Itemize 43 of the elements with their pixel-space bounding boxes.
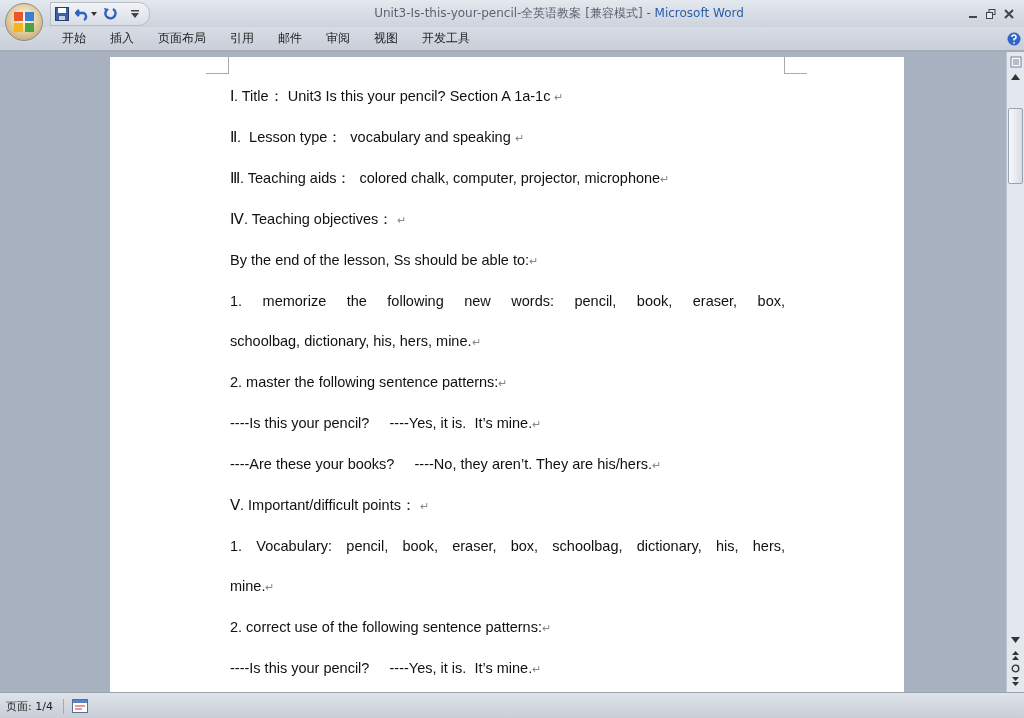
office-button[interactable] <box>5 3 43 41</box>
paragraph: 2. master the following sentence patterns:↵ <box>230 373 509 392</box>
ribbon-tab[interactable]: 引用 <box>218 30 266 47</box>
ribbon-tab[interactable]: 页面布局 <box>146 30 218 47</box>
help-icon[interactable] <box>1007 31 1021 46</box>
ribbon-tab[interactable]: 视图 <box>362 30 410 47</box>
document-status-icon[interactable] <box>71 699 88 713</box>
save-icon[interactable] <box>55 6 69 21</box>
close-icon[interactable] <box>1004 8 1014 19</box>
ribbon-tab[interactable]: 审阅 <box>314 30 362 47</box>
paragraph: Ⅱ. Lesson type： vocabulary and speaking ↵ <box>230 128 525 147</box>
scrollbar-thumb[interactable] <box>1008 108 1023 184</box>
ribbon-tab[interactable]: 邮件 <box>266 30 314 47</box>
window-title: Unit3-Is-this-your-pencil-全英语教案 [兼容模式] - Microsoft Word <box>373 5 745 22</box>
undo-button[interactable] <box>75 6 97 21</box>
paragraph: ----Is this your pencil? ----Yes, it is. It’s mine.↵ <box>230 414 543 433</box>
page-number[interactable]: 页面: 1/4 <box>0 698 64 714</box>
caret-icon[interactable] <box>91 11 97 16</box>
ribbon-tab[interactable]: 插入 <box>98 30 146 47</box>
paragraph: By the end of the lesson, Ss should be able to:↵ <box>230 251 540 270</box>
margin-corner <box>784 57 807 74</box>
next-page-icon[interactable] <box>1011 677 1020 686</box>
browse-object-icon[interactable] <box>1011 664 1020 673</box>
paragraph: 1. Vocabulary: pencil, book, eraser, box, schoolbag, dictionary, his, hers, mine.↵ <box>230 537 785 596</box>
customize-caret-icon[interactable] <box>131 9 139 18</box>
paragraph: 1. memorize the following new words: pencil, book, eraser, box, schoolbag, dictionary, his, hers, mine.↵ <box>230 292 785 351</box>
margin-corner <box>206 57 229 74</box>
previous-page-icon[interactable] <box>1011 651 1020 660</box>
paragraph: 2. correct use of the following sentence patterns:↵ <box>230 618 552 637</box>
ruler-toggle-icon[interactable] <box>1009 56 1022 68</box>
ribbon-tab[interactable]: 开始 <box>50 30 98 47</box>
paragraph: Ⅴ. Important/difficult points： ↵ <box>230 496 430 515</box>
paragraph: ----Is this your pencil? ----Yes, it is. It’s mine.↵ <box>230 659 543 678</box>
paragraph: Ⅰ. Title： Unit3 Is this your pencil? Section A 1a-1c ↵ <box>230 87 565 106</box>
paragraph: ----Are these your books? ----No, they aren’t. They are his/hers.↵ <box>230 455 662 474</box>
restore-icon[interactable] <box>986 8 996 19</box>
ribbon-tab[interactable]: 开发工具 <box>410 30 482 47</box>
scroll-down-icon[interactable] <box>1011 637 1020 643</box>
office-logo-icon <box>13 11 35 33</box>
scroll-up-icon[interactable] <box>1011 74 1020 80</box>
paragraph: Ⅳ. Teaching objectives： ↵ <box>230 210 408 229</box>
redo-icon[interactable] <box>103 6 117 21</box>
paragraph: Ⅲ. Teaching aids： colored chalk, computer, projector, microphone↵ <box>230 169 671 188</box>
